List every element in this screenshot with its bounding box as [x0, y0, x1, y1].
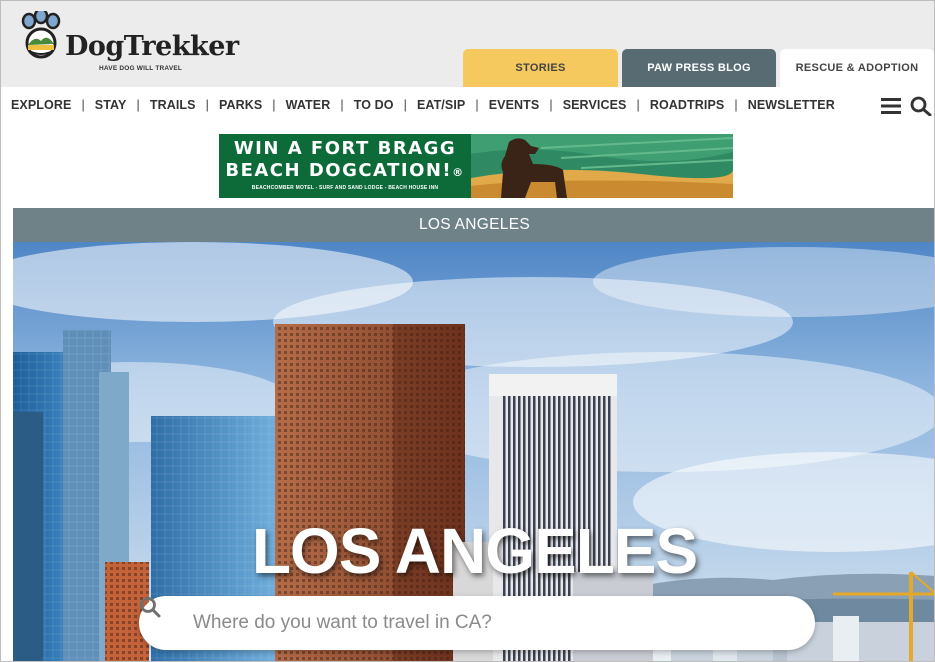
ad-headline-1: WIN A FORT BRAGG — [233, 138, 457, 159]
ad-fineprint: BEACHCOMBER MOTEL - SURF AND SAND LODGE … — [251, 185, 439, 191]
browser-viewport: DogTrekker HAVE DOG WILL TRAVEL STORIES … — [0, 0, 935, 662]
nav-separator: | — [81, 98, 85, 112]
nav-separator: | — [403, 98, 407, 112]
hamburger-menu-icon[interactable] — [881, 98, 901, 114]
hero-section: LOS ANGELES — [13, 242, 934, 661]
nav-item-eat-sip[interactable]: EAT/SIP — [417, 98, 465, 112]
tab-rescue-adoption[interactable]: RESCUE & ADOPTION — [780, 49, 934, 87]
nav-item-parks[interactable]: PARKS — [219, 98, 262, 112]
nav-item-services[interactable]: SERVICES — [563, 98, 627, 112]
logo-tagline: HAVE DOG WILL TRAVEL — [99, 65, 183, 72]
tab-stories[interactable]: STORIES — [463, 49, 618, 87]
nav-separator: | — [734, 98, 738, 112]
ad-headline-2: BEACH DOGCATION!® — [225, 160, 465, 181]
nav-item-explore[interactable]: EXPLORE — [11, 98, 71, 112]
ad-banner[interactable]: WIN A FORT BRAGG BEACH DOGCATION!® BEACH… — [219, 134, 733, 198]
nav-item-water[interactable]: WATER — [286, 98, 331, 112]
nav-item-to-do[interactable]: TO DO — [354, 98, 394, 112]
nav-item-events[interactable]: EVENTS — [489, 98, 540, 112]
nav-separator: | — [636, 98, 640, 112]
location-bar: LOS ANGELES — [13, 208, 934, 242]
nav-list: EXPLORE | STAY | TRAILS | PARKS | WATER … — [11, 98, 835, 112]
hero-title: LOS ANGELES — [251, 515, 698, 587]
nav-item-newsletter[interactable]: NEWSLETTER — [748, 98, 835, 112]
nav-item-roadtrips[interactable]: ROADTRIPS — [650, 98, 725, 112]
tab-paw-press-blog[interactable]: PAW PRESS BLOG — [622, 49, 776, 87]
nav-item-stay[interactable]: STAY — [95, 98, 127, 112]
ad-dog-illustration — [471, 134, 733, 198]
search-icon — [140, 597, 161, 618]
nav-separator: | — [340, 98, 344, 112]
main-nav: EXPLORE | STAY | TRAILS | PARKS | WATER … — [1, 87, 934, 125]
site-header: DogTrekker HAVE DOG WILL TRAVEL STORIES … — [1, 1, 934, 87]
search-icon[interactable] — [910, 96, 932, 116]
nav-separator: | — [475, 98, 479, 112]
logo-wordmark: DogTrekker — [65, 31, 239, 62]
site-logo[interactable]: DogTrekker HAVE DOG WILL TRAVEL — [17, 11, 239, 73]
destination-search-input[interactable] — [193, 606, 793, 640]
nav-separator: | — [549, 98, 553, 112]
hero-search-box[interactable] — [139, 596, 815, 650]
nav-separator: | — [136, 98, 140, 112]
ad-text-panel: WIN A FORT BRAGG BEACH DOGCATION!® BEACH… — [219, 134, 471, 198]
nav-item-trails[interactable]: TRAILS — [150, 98, 196, 112]
nav-separator: | — [272, 98, 276, 112]
nav-separator: | — [205, 98, 209, 112]
